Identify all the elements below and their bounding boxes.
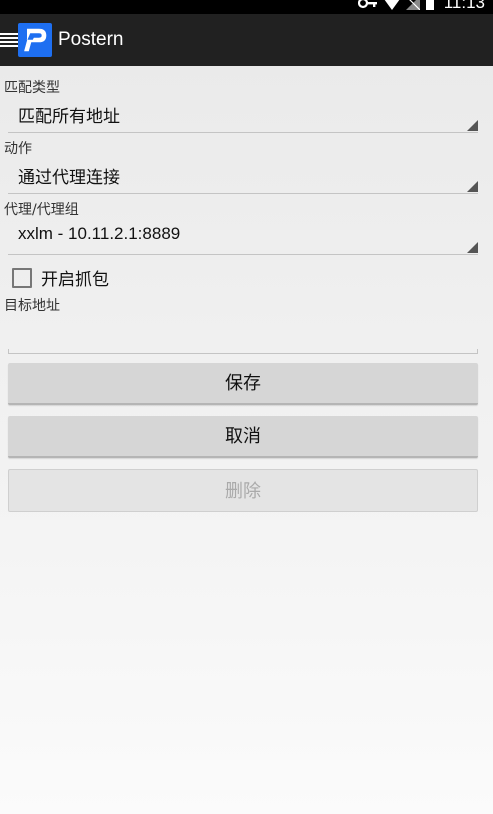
vpn-key-icon: [357, 0, 377, 9]
dropdown-arrow-icon: [467, 181, 478, 192]
action-bar: Postern: [0, 14, 493, 66]
dropdown-arrow-icon: [467, 120, 478, 131]
status-time: 11:13: [443, 0, 485, 12]
action-spinner[interactable]: 通过代理连接: [8, 155, 478, 194]
capture-checkbox[interactable]: [12, 267, 32, 288]
battery-icon: [425, 0, 434, 10]
proxy-value: xxlm - 10.11.2.1:8889: [18, 224, 181, 243]
target-address-input[interactable]: [8, 320, 478, 354]
postern-logo-icon: [24, 28, 47, 52]
save-button[interactable]: 保存: [8, 363, 478, 405]
delete-button: 删除: [8, 469, 478, 512]
app-logo[interactable]: [18, 23, 52, 57]
dropdown-arrow-icon: [467, 242, 478, 253]
capture-checkbox-label: 开启抓包: [41, 270, 109, 290]
signal-icon: [405, 0, 420, 10]
target-address-label: 目标地址: [4, 298, 60, 314]
status-icons: 11:13: [357, 0, 485, 14]
action-value: 通过代理连接: [18, 168, 120, 188]
proxy-spinner[interactable]: xxlm - 10.11.2.1:8889: [8, 216, 478, 255]
capture-checkbox-row[interactable]: 开启抓包: [12, 265, 109, 290]
match-type-spinner[interactable]: 匹配所有地址: [8, 94, 478, 133]
match-type-value: 匹配所有地址: [18, 107, 120, 127]
wifi-icon: [384, 0, 399, 10]
menu-icon[interactable]: [0, 33, 18, 47]
app-title: Postern: [58, 29, 124, 50]
status-bar: 11:13: [0, 0, 493, 14]
cancel-button[interactable]: 取消: [8, 416, 478, 458]
